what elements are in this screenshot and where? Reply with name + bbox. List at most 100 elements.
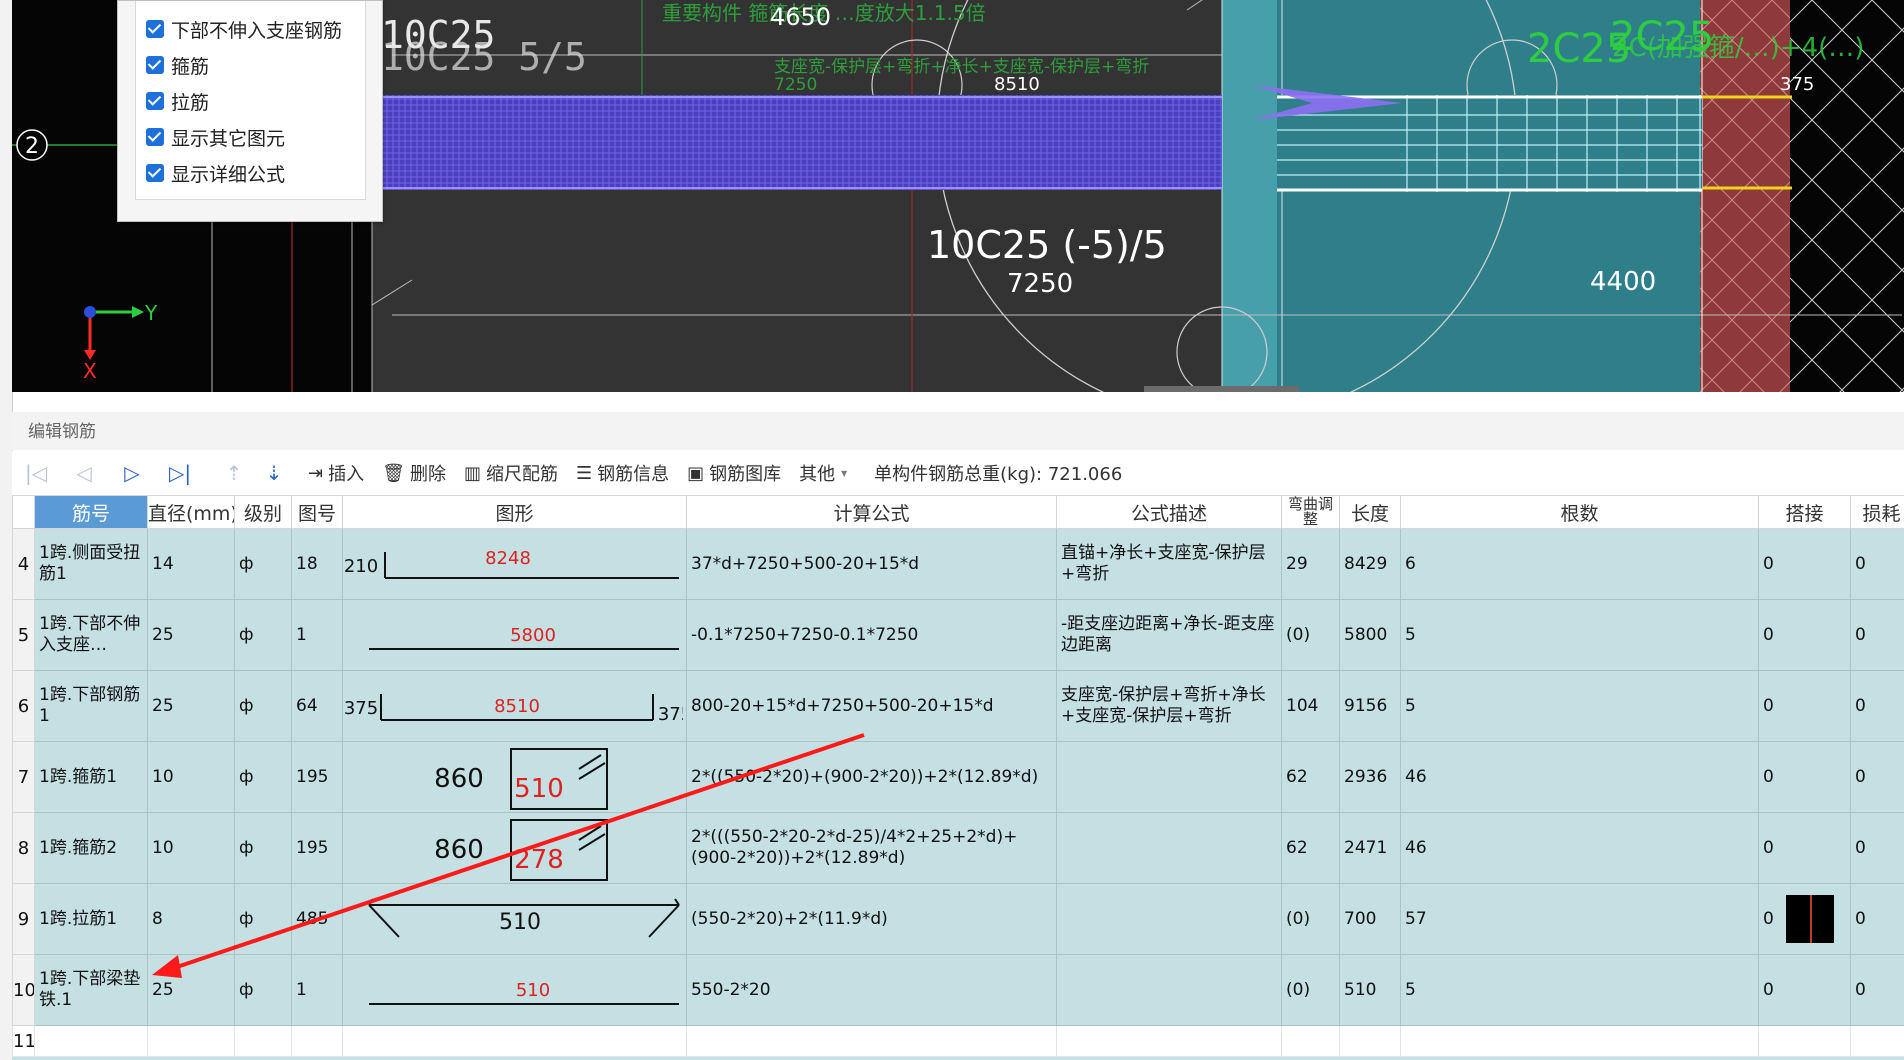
cell-loss[interactable]: 0 xyxy=(1850,812,1904,884)
other-dropdown[interactable]: 其他 ▾ xyxy=(799,460,852,486)
cell-length[interactable]: 5800 xyxy=(1339,599,1401,671)
cell-shape-no[interactable]: 195 xyxy=(291,812,343,884)
cell-count[interactable]: 6 xyxy=(1400,528,1759,600)
cell-diameter[interactable]: 25 xyxy=(147,599,235,671)
cell-formula[interactable]: 2*((550-2*20)+(900-2*20))+2*(12.89*d) xyxy=(686,741,1057,813)
cell-formula-desc[interactable]: 支座宽-保护层+弯折+净长+支座宽-保护层+弯折 xyxy=(1056,670,1282,742)
cell-shape[interactable]: 5800 xyxy=(342,599,687,671)
option-stirrup[interactable]: 箍筋 xyxy=(146,52,209,78)
cell-length[interactable]: 2936 xyxy=(1339,741,1401,813)
cell-shape[interactable]: 375 8510 375 xyxy=(342,670,687,742)
cell-count[interactable]: 46 xyxy=(1400,741,1759,813)
move-down-icon[interactable]: ⇣ xyxy=(258,461,290,485)
header-formula-desc[interactable]: 公式描述 xyxy=(1056,495,1282,529)
next-record-icon[interactable]: ▷ xyxy=(116,461,148,485)
checkbox-checked-icon[interactable] xyxy=(146,164,164,182)
cell-bar-name[interactable]: 1跨.下部不伸入支座… xyxy=(34,599,148,671)
cell-shape-no[interactable]: 1 xyxy=(291,954,343,1026)
table-row-empty[interactable]: 11 xyxy=(12,1025,1904,1057)
empty-cell[interactable] xyxy=(342,1025,687,1057)
cell-shape[interactable]: 860 510 xyxy=(342,741,687,813)
cell-grade[interactable]: ф xyxy=(234,528,292,600)
cell-diameter[interactable]: 25 xyxy=(147,670,235,742)
cell-shape[interactable]: 210 8248 xyxy=(342,528,687,600)
option-tie-bar[interactable]: 拉筋 xyxy=(146,88,209,114)
cell-loss[interactable]: 0 xyxy=(1850,954,1904,1026)
empty-cell[interactable] xyxy=(1758,1025,1851,1057)
empty-cell[interactable] xyxy=(291,1025,343,1057)
cell-formula-desc[interactable] xyxy=(1056,883,1282,955)
cell-formula[interactable]: 37*d+7250+500-20+15*d xyxy=(686,528,1057,600)
cell-loss[interactable]: 0 xyxy=(1850,528,1904,600)
empty-cell[interactable] xyxy=(686,1025,1057,1057)
cell-bend-adjust[interactable]: (0) xyxy=(1281,954,1340,1026)
lap-cell-editor[interactable] xyxy=(1785,895,1834,943)
empty-cell[interactable] xyxy=(234,1025,292,1057)
cell-count[interactable]: 46 xyxy=(1400,812,1759,884)
rebar-info-button[interactable]: ☰ 钢筋信息 xyxy=(576,460,669,486)
cell-length[interactable]: 700 xyxy=(1339,883,1401,955)
cell-shape-no[interactable]: 195 xyxy=(291,741,343,813)
table-row[interactable]: 7 1跨.箍筋1 10 ф 195 860 510 2*((550-2*20)+(900-2*… xyxy=(12,741,1904,813)
cell-grade[interactable]: ф xyxy=(234,954,292,1026)
cell-loss[interactable]: 0 xyxy=(1850,883,1904,955)
cell-formula-desc[interactable]: -距支座边距离+净长-距支座边距离 xyxy=(1056,599,1282,671)
cell-diameter[interactable]: 14 xyxy=(147,528,235,600)
table-row[interactable]: 9 1跨.拉筋1 8 ф 485 510 (550-2*20)+2*(11.9*d) (0) 7… xyxy=(12,883,1904,955)
cell-bend-adjust[interactable]: (0) xyxy=(1281,883,1340,955)
cell-diameter[interactable]: 10 xyxy=(147,741,235,813)
insert-button[interactable]: ⇥ 插入 xyxy=(308,460,364,486)
cell-loss[interactable]: 0 xyxy=(1850,599,1904,671)
header-shape-no[interactable]: 图号 xyxy=(291,495,343,529)
empty-cell[interactable] xyxy=(1056,1025,1282,1057)
cad-viewport[interactable]: 2 Y X 10C25 5/5 10C25 重要构件 箍筋长度 …度放大1.1.… xyxy=(12,0,1904,392)
cell-lap[interactable]: 0 xyxy=(1758,741,1851,813)
cell-diameter[interactable]: 10 xyxy=(147,812,235,884)
rebar-library-button[interactable]: ▣ 钢筋图库 xyxy=(687,460,781,486)
cell-grade[interactable]: ф xyxy=(234,741,292,813)
checkbox-checked-icon[interactable] xyxy=(146,20,164,38)
header-shape[interactable]: 图形 xyxy=(342,495,687,529)
cell-shape-no[interactable]: 64 xyxy=(291,670,343,742)
cell-formula[interactable]: 800-20+15*d+7250+500-20+15*d xyxy=(686,670,1057,742)
cell-bend-adjust[interactable]: (0) xyxy=(1281,599,1340,671)
option-show-other-elements[interactable]: 显示其它图元 xyxy=(146,124,285,150)
cell-bar-name[interactable]: 1跨.箍筋2 xyxy=(34,812,148,884)
header-bend-adjust[interactable]: 弯曲调整 xyxy=(1281,495,1340,529)
option-bottom-rebar-not-into-support[interactable]: 下部不伸入支座钢筋 xyxy=(146,16,342,42)
cell-shape-no[interactable]: 18 xyxy=(291,528,343,600)
header-formula[interactable]: 计算公式 xyxy=(686,495,1057,529)
cell-lap[interactable]: 0 xyxy=(1758,528,1851,600)
cell-shape[interactable]: 510 xyxy=(342,883,687,955)
cell-length[interactable]: 9156 xyxy=(1339,670,1401,742)
cell-lap[interactable]: 0 xyxy=(1758,599,1851,671)
table-row[interactable]: 4 1跨.侧面受扭筋1 14 ф 18 210 8248 37*d+7250+500-20+1… xyxy=(12,528,1904,600)
cell-loss[interactable]: 0 xyxy=(1850,741,1904,813)
cell-shape[interactable]: 510 xyxy=(342,954,687,1026)
first-record-icon[interactable]: |◁ xyxy=(20,461,52,485)
cell-lap[interactable]: 0 xyxy=(1758,812,1851,884)
cell-formula[interactable]: (550-2*20)+2*(11.9*d) xyxy=(686,883,1057,955)
move-up-icon[interactable]: ⇡ xyxy=(218,461,250,485)
cell-bend-adjust[interactable]: 104 xyxy=(1281,670,1340,742)
cell-count[interactable]: 5 xyxy=(1400,954,1759,1026)
cell-shape-no[interactable]: 485 xyxy=(291,883,343,955)
header-count[interactable]: 根数 xyxy=(1400,495,1759,529)
cell-grade[interactable]: ф xyxy=(234,599,292,671)
checkbox-checked-icon[interactable] xyxy=(146,128,164,146)
cell-length[interactable]: 510 xyxy=(1339,954,1401,1026)
header-lap[interactable]: 搭接 xyxy=(1758,495,1851,529)
empty-cell[interactable] xyxy=(1400,1025,1759,1057)
cell-grade[interactable]: ф xyxy=(234,670,292,742)
cell-lap[interactable]: 0 xyxy=(1758,883,1851,955)
last-record-icon[interactable]: ▷| xyxy=(164,461,196,485)
checkbox-checked-icon[interactable] xyxy=(146,92,164,110)
table-row[interactable]: 10 1跨.下部梁垫铁.1 25 ф 1 510 550-2*20 (0) 510 5 0 0 xyxy=(12,954,1904,1026)
viewport-splitter[interactable] xyxy=(1144,386,1299,392)
cell-count[interactable]: 5 xyxy=(1400,670,1759,742)
empty-cell[interactable] xyxy=(147,1025,235,1057)
cell-formula-desc[interactable]: 直锚+净长+支座宽-保护层+弯折 xyxy=(1056,528,1282,600)
cell-grade[interactable]: ф xyxy=(234,812,292,884)
empty-cell[interactable] xyxy=(1339,1025,1401,1057)
cell-length[interactable]: 2471 xyxy=(1339,812,1401,884)
